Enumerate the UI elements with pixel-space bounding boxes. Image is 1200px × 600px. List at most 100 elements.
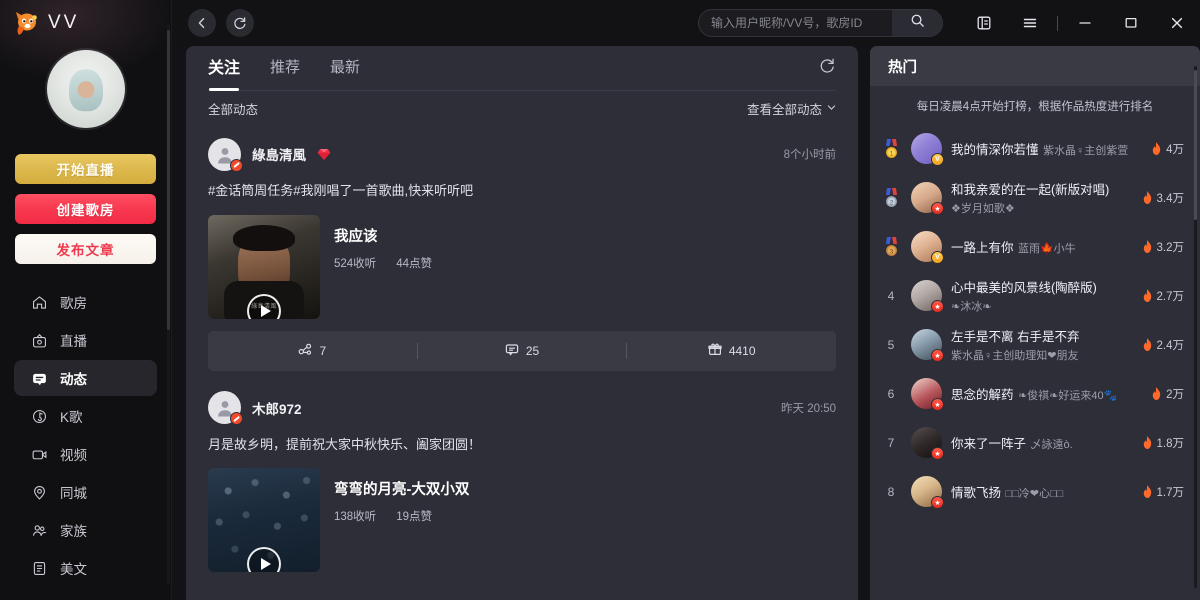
sidebar-label-gefang: 歌房 xyxy=(60,292,87,312)
hot-avatar[interactable]: ★ xyxy=(911,476,942,507)
sidebar-item-shipin[interactable]: 视频 xyxy=(14,436,157,472)
share-action[interactable]: 7 xyxy=(208,342,417,359)
create-room-button[interactable]: 创建歌房 xyxy=(15,194,156,224)
hot-panel-note: 每日凌晨4点开始打榜，根据作品热度进行排名 xyxy=(870,86,1200,124)
share-icon xyxy=(298,342,312,359)
flame-icon xyxy=(1142,240,1153,253)
sidebar: VV 开始直播 创建歌房 发布文章 歌房 直播 xyxy=(0,0,172,600)
hot-avatar[interactable]: ★ xyxy=(911,280,942,311)
post-username[interactable]: 木郎972 xyxy=(252,398,302,418)
hot-item-user: □□冷❤心□□ xyxy=(1005,488,1063,500)
song-card[interactable]: 綠島清風 我应该 524收听 44点赞 xyxy=(208,215,836,319)
hot-item-user: ❧俊祺❧好运来40🐾 xyxy=(1018,390,1117,402)
live-tv-icon xyxy=(31,332,48,349)
post-avatar[interactable] xyxy=(208,138,241,171)
side-panel-button[interactable] xyxy=(961,0,1007,46)
flame-icon xyxy=(1142,191,1153,204)
hot-avatar[interactable]: V xyxy=(911,133,942,164)
hot-item-title: 思念的解药 xyxy=(951,388,1014,402)
hot-item-heat: 3.2万 xyxy=(1142,239,1191,255)
hot-item-user: ❧沐冰❧ xyxy=(951,301,991,313)
feed-refresh-button[interactable] xyxy=(819,57,836,79)
hot-list-item[interactable]: 2 ★ 和我亲爱的在一起(新版对唱) ❖岁月如歌❖ xyxy=(880,173,1190,222)
hot-list-item[interactable]: 3 V 一路上有你 蓝雨🍁小牛 xyxy=(880,222,1190,271)
rank-badge: 3 xyxy=(880,237,902,257)
sidebar-item-jiazu[interactable]: 家族 xyxy=(14,512,157,548)
level-badge-icon: V xyxy=(931,153,944,166)
hot-item-user: 紫水晶♀主创紫萱 xyxy=(1043,145,1128,157)
level-badge-icon: ★ xyxy=(931,398,944,411)
start-live-button[interactable]: 开始直播 xyxy=(15,154,156,184)
sidebar-item-gefang[interactable]: 歌房 xyxy=(14,284,157,320)
muted-badge-icon xyxy=(230,159,243,172)
hot-avatar[interactable]: V xyxy=(911,231,942,262)
tab-tuijian[interactable]: 推荐 xyxy=(270,56,300,81)
hot-panel: 热门 每日凌晨4点开始打榜，根据作品热度进行排名 1 xyxy=(870,46,1200,600)
hot-avatar[interactable]: ★ xyxy=(911,427,942,458)
bronze-medal-icon: 3 xyxy=(884,237,899,257)
sidebar-item-kge[interactable]: K歌 xyxy=(14,398,157,434)
hot-list-item[interactable]: 8 ★ 情歌飞扬 □□冷❤心□□ xyxy=(880,467,1190,516)
song-title[interactable]: 弯弯的月亮-大双小双 xyxy=(334,478,469,499)
comment-action[interactable]: 25 xyxy=(418,342,627,359)
close-button[interactable] xyxy=(1154,0,1200,46)
sidebar-item-zhibo[interactable]: 直播 xyxy=(14,322,157,358)
post-text: #金话筒周任务#我刚唱了一首歌曲,快来听听吧 xyxy=(208,173,836,201)
back-button[interactable] xyxy=(188,9,216,37)
search-button[interactable] xyxy=(892,10,942,36)
tab-zuixin[interactable]: 最新 xyxy=(330,56,360,81)
hot-scrollbar-thumb[interactable] xyxy=(1194,70,1197,220)
sidebar-item-tongcheng[interactable]: 同城 xyxy=(14,474,157,510)
hot-item-heat: 1.8万 xyxy=(1142,435,1191,451)
post-username[interactable]: 綠島清風 xyxy=(252,144,306,164)
song-stats: 524收听 44点赞 xyxy=(334,255,432,271)
hot-avatar[interactable]: ★ xyxy=(911,378,942,409)
tab-guanzhu[interactable]: 关注 xyxy=(208,54,240,82)
minimize-button[interactable] xyxy=(1062,0,1108,46)
sidebar-item-meiwen[interactable]: 美文 xyxy=(14,550,157,586)
feed-list[interactable]: 綠島清風 8个小时前 #金话筒周任务#我刚唱了一首歌曲,快来听听吧 綠島清風 xyxy=(186,125,858,600)
hot-list-item[interactable]: 4 ★ 心中最美的风景线(陶醉版) ❧沐冰❧ xyxy=(880,271,1190,320)
hot-item-user: 紫水晶♀主创助理知❤朋友 xyxy=(951,350,1078,362)
refresh-icon xyxy=(819,57,836,79)
hot-list-item[interactable]: 6 ★ 思念的解药 ❧俊祺❧好运来40🐾 xyxy=(880,369,1190,418)
post-time: 8个小时前 xyxy=(784,146,836,162)
hot-avatar[interactable]: ★ xyxy=(911,329,942,360)
level-badge-icon: ★ xyxy=(931,349,944,362)
song-cover[interactable] xyxy=(208,468,320,572)
search-box[interactable] xyxy=(698,9,943,37)
hot-list-item[interactable]: 1 V 我的情深你若懂 紫水晶♀主创紫萱 xyxy=(880,124,1190,173)
view-all-button[interactable]: 查看全部动态 xyxy=(747,99,836,118)
search-input[interactable] xyxy=(699,10,892,36)
menu-button[interactable] xyxy=(1007,0,1053,46)
refresh-button[interactable] xyxy=(226,9,254,37)
hot-item-meta: 你来了一阵子 乄詠遠ò. xyxy=(951,433,1133,453)
location-icon xyxy=(31,484,48,501)
post-item: 綠島清風 8个小时前 #金话筒周任务#我刚唱了一首歌曲,快来听听吧 綠島清風 xyxy=(208,125,836,371)
sidebar-nav: 歌房 直播 动态 K歌 xyxy=(0,284,171,586)
brand-logo[interactable]: VV xyxy=(0,0,171,38)
karaoke-icon xyxy=(31,408,48,425)
post-header: 木郎972 昨天 20:50 xyxy=(208,389,836,427)
rank-number: 7 xyxy=(880,436,902,450)
song-card[interactable]: 弯弯的月亮-大双小双 138收听 19点赞 xyxy=(208,468,836,572)
hot-item-heat-value: 4万 xyxy=(1166,141,1184,157)
gift-action[interactable]: 4410 xyxy=(627,342,836,359)
avatar[interactable] xyxy=(0,50,171,128)
rank-badge: 2 xyxy=(880,188,902,208)
hot-list-item[interactable]: 5 ★ 左手是不离 右手是不弃 紫水晶♀主创助理知❤朋友 xyxy=(880,320,1190,369)
publish-article-button[interactable]: 发布文章 xyxy=(15,234,156,264)
view-all-label: 查看全部动态 xyxy=(747,99,822,118)
hot-item-heat-value: 2.4万 xyxy=(1157,337,1185,353)
post-avatar[interactable] xyxy=(208,391,241,424)
flame-icon xyxy=(1142,289,1153,302)
sidebar-item-dongtai[interactable]: 动态 xyxy=(14,360,157,396)
song-cover[interactable]: 綠島清風 xyxy=(208,215,320,319)
rank-number: 4 xyxy=(880,289,902,303)
top-bar xyxy=(172,0,1200,46)
maximize-button[interactable] xyxy=(1108,0,1154,46)
hot-list-item[interactable]: 7 ★ 你来了一阵子 乄詠遠ò. xyxy=(880,418,1190,467)
song-title[interactable]: 我应该 xyxy=(334,225,432,246)
song-plays: 524收听 xyxy=(334,255,376,271)
hot-avatar[interactable]: ★ xyxy=(911,182,942,213)
